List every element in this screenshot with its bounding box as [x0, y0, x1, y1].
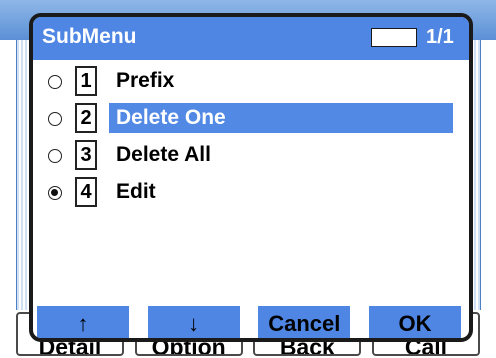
submenu-popup: SubMenu 1/1 1 Prefix 2 Delete One 3 Dele… [29, 13, 473, 342]
popup-title: SubMenu [42, 25, 137, 48]
popup-header: SubMenu 1/1 [33, 17, 469, 60]
page-indicator-box [371, 28, 417, 47]
softkey-up-button[interactable]: ↑ [37, 306, 129, 338]
softkey-label: Cancel [268, 311, 341, 336]
menu-item-label: Prefix [116, 69, 175, 92]
softkey-ok-button[interactable]: OK [368, 306, 461, 338]
menu-item-label: Delete One [109, 103, 453, 133]
softkey-down-button[interactable]: ↓ [147, 306, 240, 338]
menu-item-prefix[interactable]: 1 Prefix [33, 64, 453, 100]
softkey-label: OK [398, 311, 432, 336]
radio-icon [48, 75, 62, 89]
radio-selected-icon [48, 186, 62, 200]
menu-item-label: Delete All [116, 143, 211, 166]
menu-item-delete-all[interactable]: 3 Delete All [33, 138, 453, 174]
menu-item-number: 2 [75, 103, 97, 133]
page-indicator: 1/1 [426, 26, 454, 48]
menu-item-number: 4 [75, 177, 97, 207]
menu-item-number: 1 [75, 66, 97, 96]
radio-icon [48, 112, 62, 126]
popup-softkey-row: ↑ ↓ Cancel OK [37, 306, 461, 338]
menu-item-label: Edit [116, 180, 156, 203]
arrow-up-icon: ↑ [77, 311, 89, 336]
menu-item-delete-one[interactable]: 2 Delete One [33, 101, 453, 137]
radio-icon [48, 149, 62, 163]
arrow-down-icon: ↓ [188, 311, 200, 336]
softkey-cancel-button[interactable]: Cancel [258, 306, 351, 338]
menu-item-edit[interactable]: 4 Edit [33, 175, 453, 211]
menu-item-number: 3 [75, 140, 97, 170]
